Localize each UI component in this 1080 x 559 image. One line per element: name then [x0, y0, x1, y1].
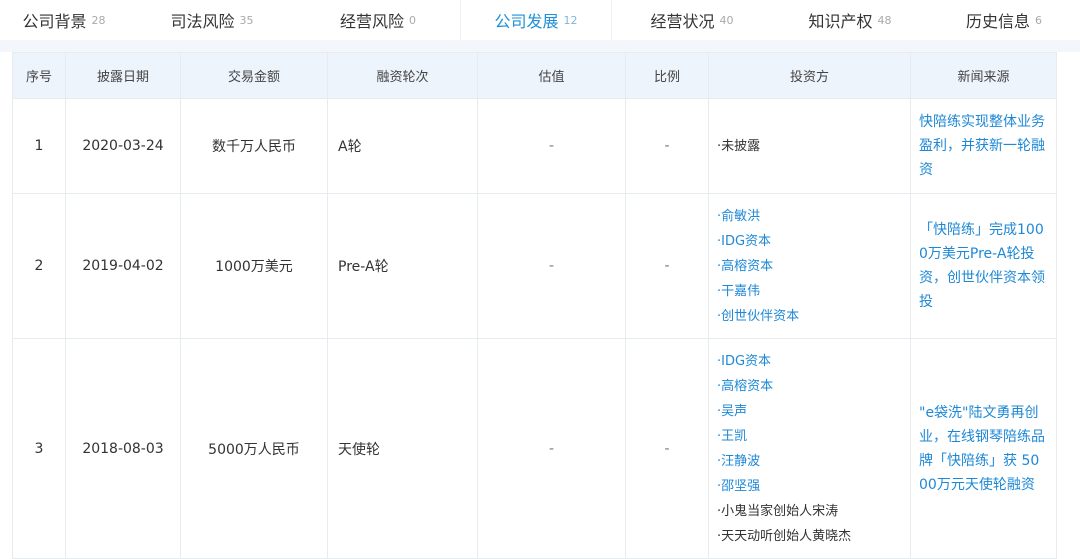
investor-link[interactable]: ·高榕资本: [717, 254, 910, 279]
tab-label: 公司发展: [494, 12, 559, 31]
column-header-round: 融资轮次: [327, 52, 478, 99]
investor-item: ·小鬼当家创始人宋涛: [717, 503, 839, 519]
cell-date: 2018-08-03: [65, 338, 181, 559]
column-header-news-source: 新闻来源: [910, 52, 1057, 99]
column-header-ratio: 比例: [625, 52, 709, 99]
tab-bar: 公司背景 28 司法风险 35 经营风险 0 公司发展 12 经营状况 40 知识产权 48…: [0, 0, 1080, 40]
cell-date: 2020-03-24: [65, 98, 181, 194]
tab-business-status[interactable]: 经营状况 40: [612, 0, 772, 40]
investor-link[interactable]: ·汪静波: [717, 449, 910, 474]
financing-table: 序号 披露日期 交易金额 融资轮次 估值 比例 投资方 新闻来源 1 2020-…: [12, 52, 1057, 559]
column-header-valuation: 估值: [477, 52, 626, 99]
cell-amount: 数千万人民币: [180, 98, 328, 194]
cell-index: 2: [12, 193, 66, 339]
cell-ratio: -: [625, 338, 709, 559]
tab-count: 12: [563, 13, 578, 27]
cell-investors: ·未披露: [708, 98, 911, 194]
cell-ratio: -: [625, 98, 709, 194]
tab-operating-risk[interactable]: 经营风险 0: [296, 0, 460, 40]
column-header-date: 披露日期: [65, 52, 181, 99]
investor-link[interactable]: ·吴声: [717, 399, 910, 424]
cell-valuation: -: [477, 98, 626, 194]
column-header-index: 序号: [12, 52, 66, 99]
tab-label: 经营风险: [339, 12, 404, 31]
column-header-amount: 交易金额: [180, 52, 328, 99]
tab-history[interactable]: 历史信息 6: [928, 0, 1080, 40]
cell-amount: 1000万美元: [180, 193, 328, 339]
column-header-investors: 投资方: [708, 52, 911, 99]
cell-round: 天使轮: [327, 338, 478, 559]
tab-count: 35: [239, 13, 254, 27]
tab-count: 0: [409, 13, 416, 27]
investor-item: ·天天动听创始人黄晓杰: [717, 528, 852, 544]
tab-intellectual-property[interactable]: 知识产权 48: [772, 0, 928, 40]
tab-company-background[interactable]: 公司背景 28: [0, 0, 128, 40]
table-row: 1 2020-03-24 数千万人民币 A轮 - - ·未披露 快陪练实现整体业…: [12, 98, 1057, 194]
cell-ratio: -: [625, 193, 709, 339]
investor-link[interactable]: ·邵坚强: [717, 474, 910, 499]
cell-investors: ·俞敏洪 ·IDG资本 ·高榕资本 ·干嘉伟 ·创世伙伴资本: [708, 193, 911, 339]
cell-index: 3: [12, 338, 66, 559]
tab-divider: [0, 40, 1080, 52]
cell-date: 2019-04-02: [65, 193, 181, 339]
tab-count: 6: [1035, 13, 1042, 27]
cell-valuation: -: [477, 193, 626, 339]
table-row: 3 2018-08-03 5000万人民币 天使轮 - - ·IDG资本 ·高榕…: [12, 338, 1057, 559]
tab-label: 历史信息: [965, 12, 1030, 31]
tab-count: 40: [719, 13, 734, 27]
cell-amount: 5000万人民币: [180, 338, 328, 559]
investor-link[interactable]: ·俞敏洪: [717, 204, 910, 229]
news-link[interactable]: 快陪练实现整体业务盈利，并获新一轮融资: [910, 98, 1057, 194]
table-header-row: 序号 披露日期 交易金额 融资轮次 估值 比例 投资方 新闻来源: [12, 52, 1057, 99]
cell-investors: ·IDG资本 ·高榕资本 ·吴声 ·王凯 ·汪静波 ·邵坚强 ·小鬼当家创始人宋…: [708, 338, 911, 559]
tab-count: 28: [91, 13, 106, 27]
tab-count: 48: [877, 13, 892, 27]
tab-legal-risk[interactable]: 司法风险 35: [128, 0, 296, 40]
news-link[interactable]: "e袋洗"陆文勇再创业，在线钢琴陪练品牌「快陪练」获 5000万元天使轮融资: [910, 338, 1057, 559]
tab-label: 公司背景: [22, 12, 87, 31]
investor-link[interactable]: ·创世伙伴资本: [717, 304, 910, 329]
tab-label: 知识产权: [808, 12, 873, 31]
cell-round: Pre-A轮: [327, 193, 478, 339]
tab-label: 司法风险: [170, 12, 235, 31]
cell-valuation: -: [477, 338, 626, 559]
tab-company-development[interactable]: 公司发展 12: [460, 0, 612, 40]
cell-round: A轮: [327, 98, 478, 194]
news-link[interactable]: 「快陪练」完成1000万美元Pre-A轮投资，创世伙伴资本领投: [910, 193, 1057, 339]
tab-label: 经营状况: [650, 12, 715, 31]
table-row: 2 2019-04-02 1000万美元 Pre-A轮 - - ·俞敏洪 ·ID…: [12, 193, 1057, 339]
investor-link[interactable]: ·IDG资本: [717, 349, 910, 374]
investor-link[interactable]: ·高榕资本: [717, 374, 910, 399]
investor-link[interactable]: ·王凯: [717, 424, 910, 449]
investor-link[interactable]: ·干嘉伟: [717, 279, 910, 304]
investor-item: ·未披露: [717, 138, 761, 154]
cell-index: 1: [12, 98, 66, 194]
investor-link[interactable]: ·IDG资本: [717, 229, 910, 254]
